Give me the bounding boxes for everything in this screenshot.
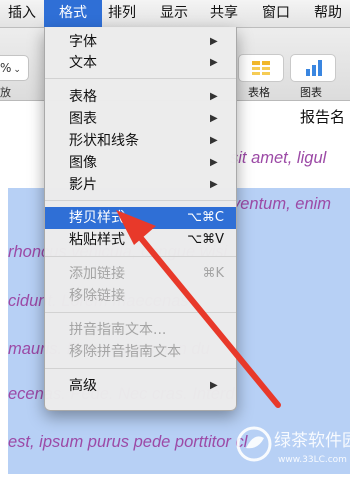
zoom-label: 放: [0, 86, 11, 99]
format-menu: 字体 ▶ 文本 ▶ 表格 ▶ 图表 ▶ 形状和线条 ▶ 图像 ▶ 影片 ▶ 拷贝…: [44, 27, 237, 411]
menu-view[interactable]: 显示: [160, 0, 200, 27]
chart-label: 图表: [300, 86, 322, 99]
submenu-arrow-icon: ▶: [210, 135, 218, 146]
menu-item-remove-link: 移除链接: [69, 288, 125, 304]
menu-arrange[interactable]: 排列: [108, 0, 148, 27]
menu-window[interactable]: 窗口: [262, 0, 302, 27]
menu-item-image[interactable]: 图像 ▶: [45, 152, 236, 174]
menu-help[interactable]: 帮助: [314, 0, 350, 27]
menu-item-paste-style[interactable]: 粘贴样式 ⌥⌘V: [45, 229, 236, 251]
watermark-logo: 绿茶软件园 www.33LC.com: [232, 410, 350, 474]
table-icon: [252, 61, 270, 75]
shortcut-copy-style: ⌥⌘C: [186, 210, 224, 225]
menu-item-text[interactable]: 文本 ▶: [45, 52, 236, 74]
menu-item-chart[interactable]: 图表 ▶: [45, 108, 236, 130]
menu-item-add-link: 添加链接 ⌘K: [45, 263, 236, 285]
svg-text:www.33LC.com: www.33LC.com: [278, 455, 347, 465]
submenu-arrow-icon: ▶: [210, 57, 218, 68]
chart-button[interactable]: [290, 54, 336, 82]
chevron-down-icon: ⌄: [13, 65, 21, 75]
submenu-arrow-icon: ▶: [210, 113, 218, 124]
chart-icon: [306, 60, 322, 76]
menu-separator: [45, 312, 236, 313]
submenu-arrow-icon: ▶: [210, 157, 218, 168]
menu-separator: [45, 368, 236, 369]
menu-item-table[interactable]: 表格 ▶: [45, 86, 236, 108]
menu-item-movie[interactable]: 影片 ▶: [45, 174, 236, 196]
menu-bar: 插入 格式 排列 显示 共享 窗口 帮助: [0, 0, 350, 28]
svg-text:绿茶软件园: 绿茶软件园: [274, 431, 350, 451]
menu-insert[interactable]: 插入: [4, 0, 48, 27]
submenu-arrow-icon: ▶: [210, 380, 218, 391]
shortcut-add-link: ⌘K: [202, 266, 224, 281]
menu-item-copy-style[interactable]: 拷贝样式 ⌥⌘C: [45, 207, 236, 229]
menu-separator: [45, 78, 236, 79]
document-title: 报告名: [300, 108, 346, 126]
table-button[interactable]: [238, 54, 284, 82]
menu-share[interactable]: 共享: [210, 0, 250, 27]
submenu-arrow-icon: ▶: [210, 179, 218, 190]
table-label: 表格: [248, 86, 270, 99]
body-line[interactable]: sit amet, ligul: [230, 149, 326, 168]
shortcut-paste-style: ⌥⌘V: [187, 232, 224, 247]
zoom-select[interactable]: % ⌄: [0, 55, 29, 81]
zoom-value: %: [0, 61, 12, 75]
menu-item-remove-phonetic-guide: 移除拼音指南文本: [69, 344, 181, 360]
submenu-arrow-icon: ▶: [210, 91, 218, 102]
menu-item-phonetic-guide: 拼音指南文本...: [69, 322, 167, 338]
menu-separator: [45, 200, 236, 201]
body-line[interactable]: ventum, enim: [232, 195, 331, 214]
menu-item-font[interactable]: 字体 ▶: [45, 31, 236, 53]
body-line[interactable]: est, ipsum purus pede porttitor cl: [8, 433, 247, 452]
menu-separator: [45, 256, 236, 257]
menu-item-shapes-lines[interactable]: 形状和线条 ▶: [45, 130, 236, 152]
submenu-arrow-icon: ▶: [210, 36, 218, 47]
menu-format[interactable]: 格式: [44, 0, 102, 27]
menu-item-advanced[interactable]: 高级 ▶: [45, 375, 236, 397]
